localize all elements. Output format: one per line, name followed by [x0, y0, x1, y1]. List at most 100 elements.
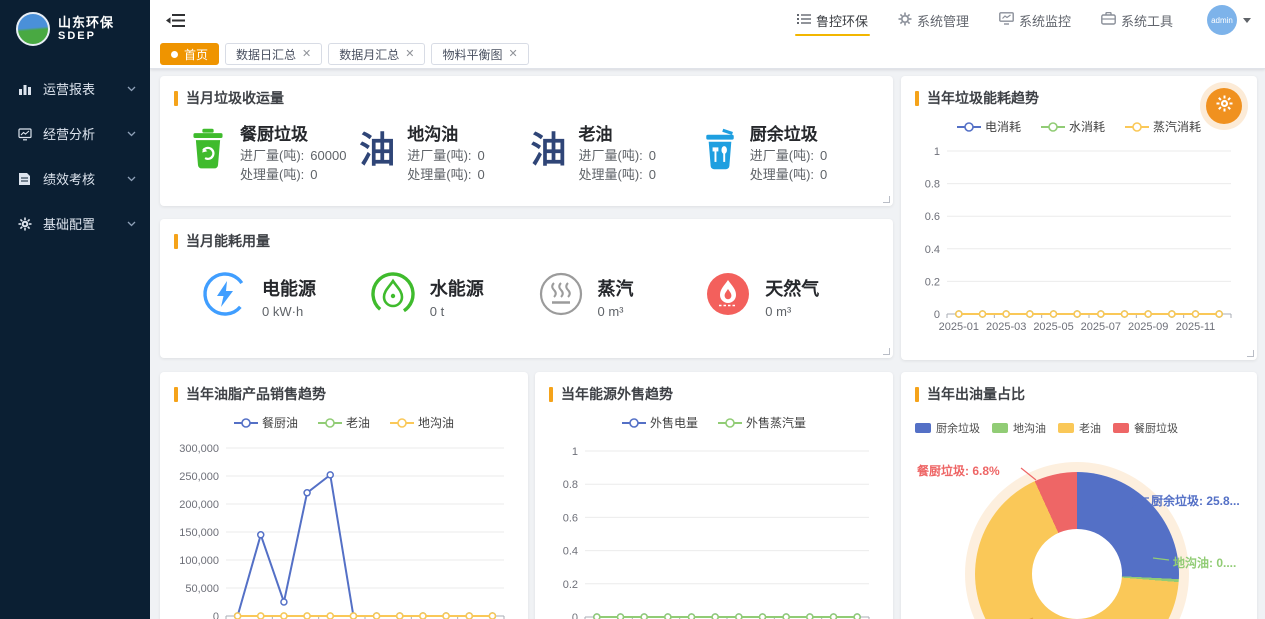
close-icon[interactable]: ✕ [302, 49, 311, 60]
legend-item[interactable]: 地沟油 [992, 420, 1046, 436]
dashboard-settings-fab[interactable] [1206, 88, 1242, 124]
monitor-chart-icon [18, 126, 33, 141]
nav-item-label: 系统管理 [917, 11, 969, 30]
svg-text:0.8: 0.8 [925, 179, 940, 191]
title-accent-bar [174, 387, 178, 402]
legend-item[interactable]: 电消耗 [957, 118, 1021, 135]
stat-food-waste: 厨余垃圾 进厂量(吨):0 处理量(吨):0 [702, 120, 873, 185]
legend-item[interactable]: 老油 [1058, 420, 1101, 436]
resize-handle[interactable] [883, 348, 890, 355]
tab-bar: 首页 数据日汇总 ✕ 数据月汇总 ✕ 物料平衡图 ✕ [150, 40, 1265, 69]
sidebar-collapse-icon[interactable] [166, 13, 185, 28]
close-icon[interactable]: ✕ [405, 49, 414, 60]
tab-label: 首页 [184, 46, 208, 63]
nav-item-lukong-env[interactable]: 鲁控环保 [797, 0, 868, 40]
nav-item-system-monitor[interactable]: 系统监控 [999, 0, 1071, 40]
sidebar-item-label: 绩效考核 [43, 169, 127, 188]
stat-name: 水能源 [430, 275, 484, 301]
energy-trend-line-chart: 00.20.40.60.812025-012025-032025-052025-… [911, 139, 1247, 339]
tab-material-balance[interactable]: 物料平衡图 ✕ [431, 43, 528, 65]
legend-item[interactable]: 外售电量 [622, 414, 698, 431]
processed-line: 处理量(吨):0 [407, 166, 485, 185]
svg-text:50,000: 50,000 [185, 583, 219, 595]
chevron-down-icon [127, 131, 136, 137]
tab-home[interactable]: 首页 [160, 43, 219, 65]
stat-electric-energy: 电能源 0 kW·h [202, 271, 370, 322]
sidebar-item-basic-config[interactable]: 基础配置 [0, 201, 150, 246]
stat-value: 0 kW·h [262, 304, 316, 319]
tab-label: 数据日汇总 [236, 46, 296, 63]
processed-line: 处理量(吨):0 [750, 166, 828, 185]
stat-old-oil: 油 老油 进厂量(吨):0 处理量(吨):0 [531, 120, 702, 185]
toolbox-icon [1101, 12, 1116, 28]
card-title: 当年垃圾能耗趋势 [927, 88, 1039, 108]
svg-text:0.6: 0.6 [563, 512, 578, 524]
svg-text:0.8: 0.8 [563, 479, 578, 491]
legend-item[interactable]: 餐厨垃圾 [1113, 420, 1178, 436]
svg-text:0: 0 [934, 309, 940, 321]
top-header: 鲁控环保 系统管理 系统监控 系统工具 admin [150, 0, 1265, 40]
user-menu[interactable]: admin [1207, 5, 1251, 35]
water-icon [370, 271, 416, 322]
title-accent-bar [915, 91, 919, 106]
chevron-down-icon[interactable] [1243, 18, 1251, 23]
title-accent-bar [549, 387, 553, 402]
processed-line: 处理量(吨):0 [579, 166, 657, 185]
svg-text:250,000: 250,000 [179, 471, 219, 483]
kitchen-waste-trash-icon [188, 128, 228, 175]
chart-legend[interactable]: 外售电量 外售蒸汽量 [535, 414, 893, 431]
tab-daily-summary[interactable]: 数据日汇总 ✕ [225, 43, 322, 65]
resize-handle[interactable] [1247, 350, 1254, 357]
nav-item-system-tools[interactable]: 系统工具 [1101, 0, 1173, 40]
sidebar-item-operation-reports[interactable]: 运营报表 [0, 66, 150, 111]
brand-subtitle: SDEP [58, 30, 114, 42]
legend-item[interactable]: 地沟油 [390, 414, 454, 431]
nav-item-system-management[interactable]: 系统管理 [898, 0, 969, 40]
svg-text:200,000: 200,000 [179, 499, 219, 511]
card-title: 当年能源外售趋势 [561, 384, 673, 404]
pie-legend[interactable]: 厨余垃圾地沟油老油餐厨垃圾 [901, 410, 1257, 436]
stat-water-energy: 水能源 0 t [370, 271, 538, 322]
sidebar: 山东环保 SDEP 运营报表 经营分析 [0, 0, 150, 619]
svg-text:2025-01: 2025-01 [939, 321, 979, 333]
stat-steam: 蒸汽 0 m³ [538, 271, 706, 322]
title-accent-bar [174, 234, 178, 249]
svg-text:100,000: 100,000 [179, 555, 219, 567]
stat-name: 天然气 [765, 275, 819, 301]
legend-item[interactable]: 蒸汽消耗 [1125, 118, 1201, 135]
svg-text:2025-03: 2025-03 [986, 321, 1026, 333]
nav-item-label: 鲁控环保 [816, 11, 868, 30]
chart-legend[interactable]: 电消耗 水消耗 蒸汽消耗 [901, 118, 1257, 135]
stat-kitchen-waste: 餐厨垃圾 进厂量(吨):60000 处理量(吨):0 [188, 120, 359, 185]
legend-item[interactable]: 水消耗 [1041, 118, 1105, 135]
sidebar-item-business-analysis[interactable]: 经营分析 [0, 111, 150, 156]
svg-text:0.4: 0.4 [925, 244, 940, 256]
card-title: 当月能耗用量 [186, 231, 270, 251]
energy-outsale-line-chart: 00.20.40.60.812025-012025-032025-052025-… [545, 435, 883, 619]
card-title: 当年油脂产品销售趋势 [186, 384, 326, 404]
electric-icon [202, 271, 248, 322]
energy-usage-card: 当月能耗用量 电能源 0 kW·h 水能源 0 t [160, 219, 893, 358]
svg-text:2025-11: 2025-11 [1176, 321, 1216, 333]
energy-outsale-trend-card: 当年能源外售趋势 外售电量外售蒸汽量 00.20.40.60.812025-01… [535, 372, 893, 619]
avatar[interactable]: admin [1207, 5, 1237, 35]
tab-monthly-summary[interactable]: 数据月汇总 ✕ [328, 43, 425, 65]
energy-trend-card: 当年垃圾能耗趋势 电消耗水消耗蒸汽消耗 00.20.40.60.812025-0… [901, 76, 1257, 360]
gear-icon [1216, 95, 1233, 117]
list-icon [797, 13, 811, 28]
food-waste-trash-icon [702, 128, 738, 175]
close-icon[interactable]: ✕ [509, 49, 518, 60]
legend-item[interactable]: 餐厨油 [234, 414, 298, 431]
donut-chart-zone: 餐厨垃圾: 6.8% 厨余垃圾: 25.8... 地沟油: 0.... 老油: … [901, 436, 1257, 619]
resize-handle[interactable] [883, 196, 890, 203]
bar-chart-icon [18, 81, 33, 96]
chart-legend[interactable]: 餐厨油 老油 地沟油 [160, 414, 528, 431]
legend-item[interactable]: 厨余垃圾 [915, 420, 980, 436]
svg-text:150,000: 150,000 [179, 527, 219, 539]
sidebar-item-performance-review[interactable]: 绩效考核 [0, 156, 150, 201]
intake-line: 进厂量(吨):0 [750, 147, 828, 166]
legend-item[interactable]: 外售蒸汽量 [718, 414, 806, 431]
legend-item[interactable]: 老油 [318, 414, 370, 431]
tab-label: 物料平衡图 [442, 46, 502, 63]
oil-sales-trend-card: 当年油脂产品销售趋势 餐厨油老油地沟油 050,000100,000150,00… [160, 372, 528, 619]
